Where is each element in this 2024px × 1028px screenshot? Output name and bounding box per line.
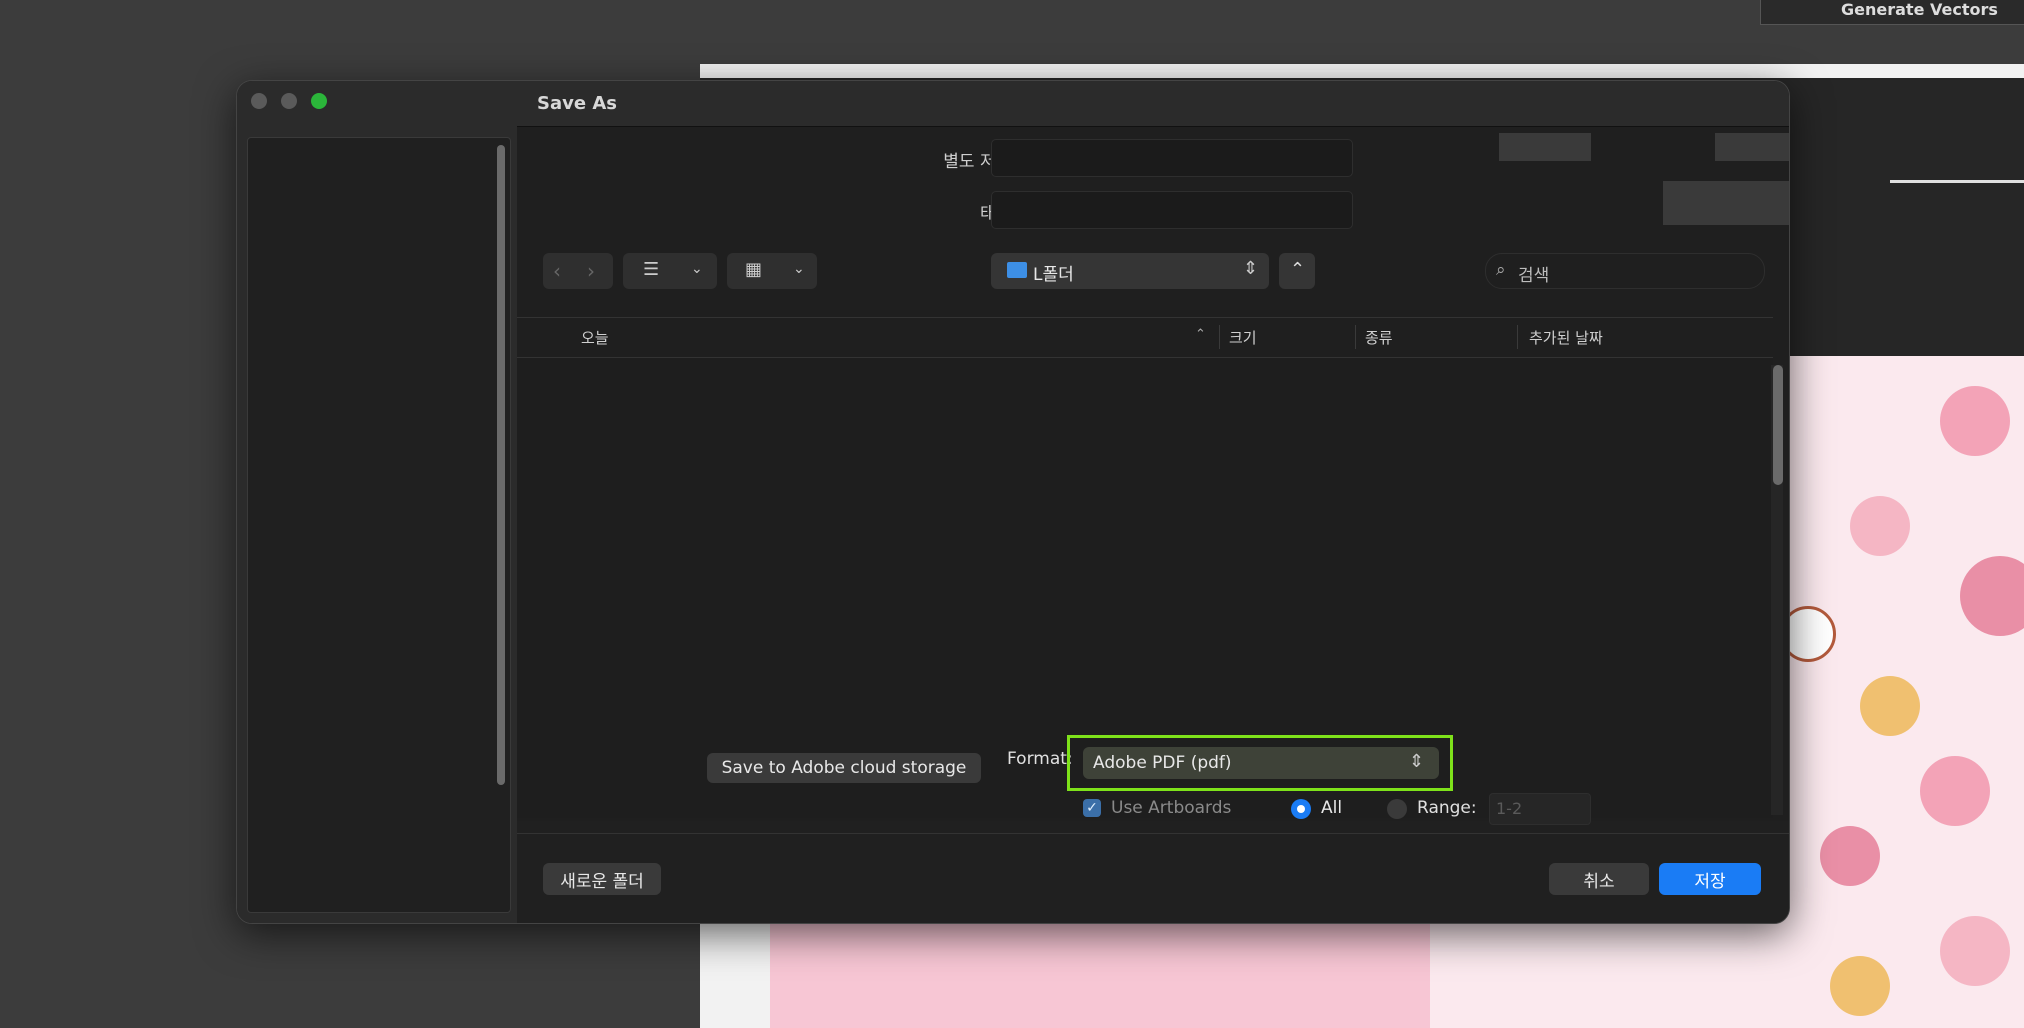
divider bbox=[517, 833, 1789, 834]
redacted-block bbox=[1663, 181, 1789, 225]
list-scrollbar[interactable] bbox=[1773, 365, 1783, 485]
column-kind[interactable]: 종류 bbox=[1365, 327, 1393, 348]
zoom-window-button[interactable] bbox=[311, 93, 327, 109]
back-chevron-icon[interactable]: ‹ bbox=[553, 259, 561, 283]
column-size[interactable]: 크기 bbox=[1229, 327, 1257, 348]
pink-artboard bbox=[770, 922, 1430, 1028]
save-to-cloud-button[interactable]: Save to Adobe cloud storage bbox=[707, 753, 981, 783]
canvas-line bbox=[1890, 180, 2024, 183]
column-name[interactable]: 오늘 bbox=[581, 327, 609, 348]
generate-vectors-button[interactable]: Generate Vectors bbox=[1841, 0, 1998, 19]
updown-chevron-icon: ⇕ bbox=[1409, 751, 1425, 772]
chevron-down-icon: ⌄ bbox=[793, 261, 805, 277]
search-field[interactable]: ⌕ 검색 bbox=[1485, 253, 1765, 289]
grid-view-icon: ▦ bbox=[745, 259, 763, 280]
range-value: 1-2 bbox=[1496, 799, 1523, 818]
range-label: Range: bbox=[1417, 798, 1477, 818]
format-select[interactable]: Adobe PDF (pdf) ⇕ bbox=[1083, 747, 1439, 779]
sidebar-scrollbar[interactable] bbox=[497, 145, 505, 785]
column-separator bbox=[1355, 325, 1356, 349]
view-list-button[interactable]: ☰ ⌄ bbox=[623, 253, 717, 289]
group-view-button[interactable]: ▦ ⌄ bbox=[727, 253, 817, 289]
redacted-block bbox=[1499, 133, 1591, 161]
save-as-field[interactable] bbox=[991, 139, 1353, 177]
back-forward-segment: ‹ › bbox=[543, 253, 613, 289]
expand-collapse-button[interactable]: ⌃ bbox=[1279, 253, 1315, 289]
save-as-dialog: Save As 별도 저장: 태그: ‹ › ☰ ⌄ ▦ ⌄ L폴더 ⇕ ⌃ ⌕… bbox=[236, 80, 1790, 924]
radio-dot bbox=[1297, 805, 1305, 813]
all-radio[interactable] bbox=[1291, 799, 1311, 819]
sidebar bbox=[237, 81, 517, 923]
titlebar: Save As bbox=[517, 81, 1789, 127]
use-artboards-label: Use Artboards bbox=[1111, 798, 1232, 818]
search-icon: ⌕ bbox=[1496, 260, 1506, 280]
format-value: Adobe PDF (pdf) bbox=[1093, 753, 1232, 773]
range-radio[interactable] bbox=[1387, 799, 1407, 819]
updown-chevron-icon: ⇕ bbox=[1243, 258, 1259, 279]
new-folder-button[interactable]: 새로운 폴더 bbox=[543, 863, 661, 895]
range-field[interactable]: 1-2 bbox=[1489, 793, 1591, 825]
close-window-button[interactable] bbox=[251, 93, 267, 109]
minimize-window-button[interactable] bbox=[281, 93, 297, 109]
cancel-button[interactable]: 취소 bbox=[1549, 863, 1649, 895]
chevron-down-icon: ⌄ bbox=[691, 261, 703, 277]
location-label: L폴더 bbox=[1033, 265, 1074, 285]
folder-icon bbox=[1007, 262, 1027, 278]
app-toolbar: Generate Vectors bbox=[1760, 0, 2024, 25]
use-artboards-checkbox[interactable]: ✓ bbox=[1083, 799, 1101, 817]
tags-field[interactable] bbox=[991, 191, 1353, 229]
save-button[interactable]: 저장 bbox=[1659, 863, 1761, 895]
column-separator bbox=[1517, 325, 1518, 349]
redacted-block bbox=[1715, 133, 1789, 161]
all-label: All bbox=[1321, 798, 1343, 818]
search-placeholder: 검색 bbox=[1518, 266, 1550, 286]
column-date-added[interactable]: 추가된 날짜 bbox=[1529, 327, 1603, 348]
forward-chevron-icon[interactable]: › bbox=[587, 259, 595, 283]
dialog-title: Save As bbox=[537, 93, 617, 114]
list-view-icon: ☰ bbox=[643, 259, 660, 280]
column-separator bbox=[1219, 325, 1220, 349]
location-popup[interactable]: L폴더 ⇕ bbox=[991, 253, 1269, 289]
format-label: Format: bbox=[1007, 749, 1073, 769]
chevron-up-icon: ⌃ bbox=[1290, 259, 1306, 280]
sidebar-list bbox=[247, 137, 511, 913]
sort-ascending-icon: ⌃ bbox=[1195, 327, 1206, 342]
divider bbox=[517, 317, 1773, 318]
